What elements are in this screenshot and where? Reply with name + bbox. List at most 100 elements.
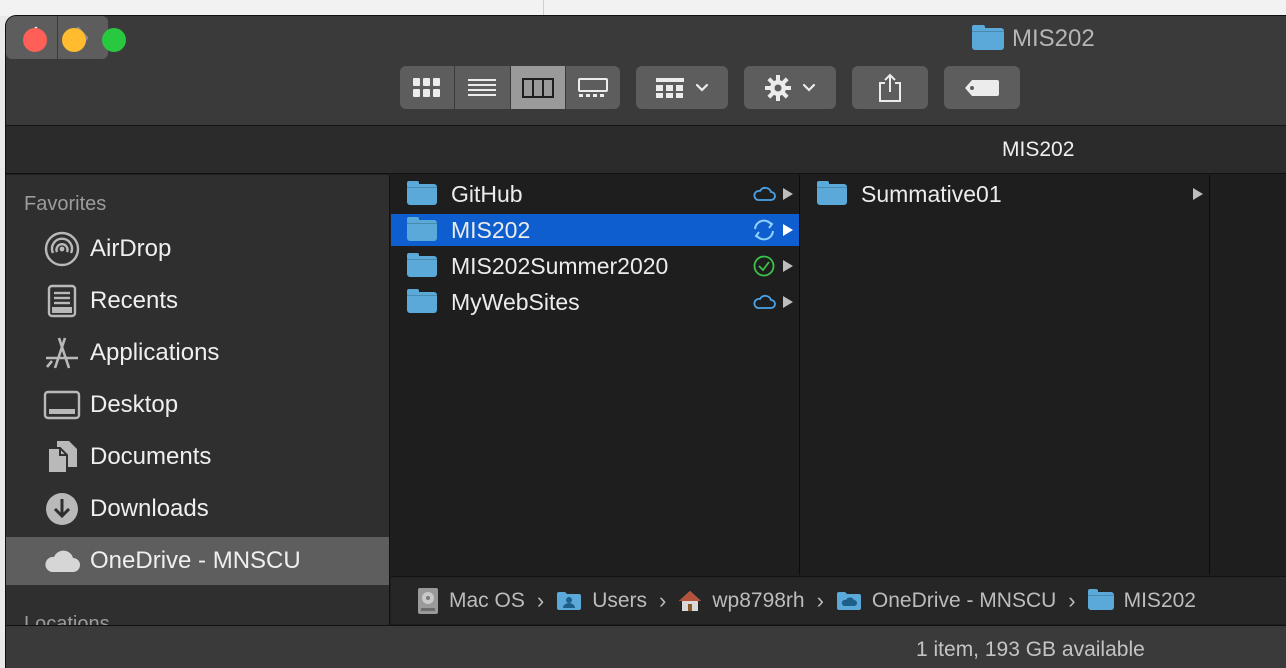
sidebar-item-onedrive[interactable]: OneDrive - MNSCU — [6, 537, 389, 585]
group-grid-icon — [656, 77, 684, 98]
sidebar-item-desktop[interactable]: Desktop — [6, 381, 389, 429]
sidebar-item-recents[interactable]: Recents — [6, 277, 389, 325]
disclosure-arrow-icon — [783, 260, 793, 272]
chevron-right-icon: › — [1068, 587, 1076, 613]
window-title-text: MIS202 — [1012, 25, 1095, 52]
share-button[interactable] — [852, 66, 928, 109]
users-folder-icon — [557, 591, 582, 610]
list-view-button[interactable] — [454, 66, 509, 109]
item-name: MIS202 — [451, 216, 531, 243]
background-desktop — [0, 0, 1286, 16]
path-crumb-label: Mac OS — [449, 588, 525, 612]
path-crumb-macos[interactable]: Mac OS — [417, 587, 525, 615]
sidebar-item-documents[interactable]: Documents — [6, 433, 389, 481]
disclosure-arrow-icon — [783, 224, 793, 236]
path-crumb-users[interactable]: Users — [556, 589, 647, 613]
chevron-right-icon: › — [659, 587, 667, 613]
sidebar-item-applications[interactable]: Applications — [6, 329, 389, 377]
list-item[interactable]: MIS202Summer2020 — [391, 250, 799, 282]
chevron-down-icon — [695, 83, 709, 92]
folder-icon — [407, 180, 437, 205]
sidebar: Favorites AirDrop Recents Applications D… — [6, 175, 390, 635]
column-header: MIS202 — [6, 126, 1286, 174]
sidebar-item-label: Documents — [90, 443, 212, 470]
syncing-icon — [751, 218, 777, 242]
item-name: GitHub — [451, 180, 523, 207]
list-item[interactable]: MIS202 — [391, 214, 799, 246]
disclosure-arrow-icon — [783, 188, 793, 200]
home-icon — [679, 590, 702, 611]
cloud-only-icon — [751, 294, 777, 310]
column-view-button[interactable] — [509, 66, 565, 109]
synced-check-icon — [751, 255, 777, 277]
gallery-view-button[interactable] — [564, 66, 620, 109]
action-menu-button[interactable] — [744, 66, 836, 109]
cloud-folder-icon — [836, 591, 861, 610]
current-folder-label: MIS202 — [1002, 138, 1075, 161]
chevron-right-icon: › — [536, 587, 545, 613]
columns-icon — [521, 77, 554, 98]
folder-icon — [407, 216, 437, 241]
applications-icon — [38, 336, 86, 370]
hard-drive-icon — [418, 587, 438, 614]
folder-icon — [817, 180, 847, 205]
sidebar-item-label: Applications — [90, 339, 220, 366]
share-icon — [879, 73, 901, 102]
folder-icon — [1087, 588, 1114, 610]
icon-view-button[interactable] — [400, 66, 454, 109]
tag-icon — [965, 79, 999, 96]
favorites-heading: Favorites — [24, 193, 107, 215]
tags-button[interactable] — [944, 66, 1020, 109]
airdrop-icon — [38, 231, 86, 267]
sidebar-item-label: Downloads — [90, 495, 209, 522]
list-item[interactable]: Summative01 — [801, 178, 1209, 210]
list-icon — [468, 78, 497, 96]
downloads-icon — [38, 491, 86, 527]
disclosure-arrow-icon — [783, 296, 793, 308]
grid-icon — [413, 77, 441, 97]
minimize-window-button[interactable] — [62, 28, 86, 52]
chevron-right-icon: › — [816, 587, 824, 613]
gallery-icon — [577, 77, 608, 97]
cloud-icon — [38, 548, 86, 574]
sidebar-item-downloads[interactable]: Downloads — [6, 485, 389, 533]
documents-icon — [38, 439, 86, 475]
finder-window: MIS202 MIS202 Favorites AirDrop Recents … — [6, 16, 1286, 668]
item-name: MyWebSites — [451, 288, 580, 315]
folder-icon — [407, 288, 437, 313]
list-item[interactable]: GitHub — [391, 178, 799, 210]
status-text: 1 item, 193 GB available — [916, 638, 1145, 661]
window-title: MIS202 — [972, 24, 1095, 54]
sidebar-item-label: Desktop — [90, 391, 179, 418]
item-name: MIS202Summer2020 — [451, 252, 669, 279]
path-crumb-label: MIS202 — [1123, 588, 1196, 612]
sidebar-item-label: Recents — [90, 287, 179, 314]
recents-icon — [38, 284, 86, 318]
path-crumb-onedrive[interactable]: OneDrive - MNSCU — [836, 589, 1056, 613]
view-mode-group — [400, 66, 620, 109]
sidebar-item-airdrop[interactable]: AirDrop — [6, 225, 389, 273]
folder-icon — [972, 25, 1004, 50]
group-by-button[interactable] — [636, 66, 728, 109]
navigation-buttons — [6, 16, 108, 59]
zoom-window-button[interactable] — [102, 28, 126, 52]
browser-column-1: GitHub MIS202 MIS202Summer2020 MyWebSite… — [391, 175, 800, 575]
toolbar: MIS202 — [6, 16, 1286, 126]
sidebar-item-label: OneDrive - MNSCU — [90, 547, 301, 574]
path-crumb-mis202[interactable]: MIS202 — [1087, 588, 1196, 613]
close-window-button[interactable] — [23, 28, 47, 52]
path-crumb-label: OneDrive - MNSCU — [871, 588, 1057, 612]
desktop-icon — [38, 390, 86, 420]
cloud-only-icon — [751, 186, 777, 202]
path-crumb-label: wp8798rh — [712, 588, 805, 612]
list-item[interactable]: MyWebSites — [391, 286, 799, 318]
sidebar-item-label: AirDrop — [90, 235, 172, 262]
path-crumb-label: Users — [592, 588, 648, 612]
gear-icon — [765, 74, 791, 101]
disclosure-arrow-icon — [1193, 188, 1203, 200]
status-bar: 1 item, 193 GB available — [6, 625, 1286, 668]
chevron-down-icon — [802, 83, 816, 92]
folder-icon — [407, 252, 437, 277]
browser-column-2: Summative01 — [801, 175, 1210, 575]
path-crumb-home[interactable]: wp8798rh — [678, 588, 805, 613]
